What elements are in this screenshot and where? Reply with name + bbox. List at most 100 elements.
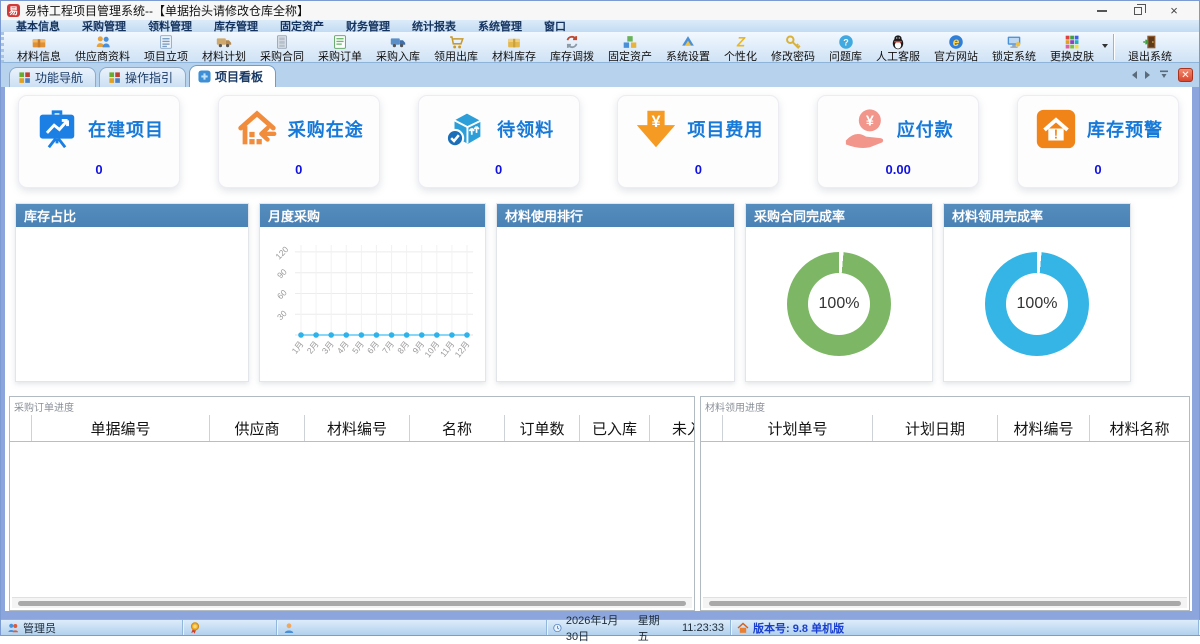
status-time: 11:23:33 [681,621,724,634]
stock-transfer-icon [563,33,581,51]
toolbar-button-material-stock[interactable]: 材料库存 [485,32,543,63]
horizontal-scrollbar[interactable] [703,597,1187,608]
svg-text:10月: 10月 [422,339,441,359]
column-header-订单数[interactable]: 订单数 [505,415,580,441]
close-button[interactable]: × [1167,3,1181,18]
status-medal-segment [183,620,277,635]
toolbar-button-supplier-info[interactable]: 供应商资料 [68,32,137,63]
system-settings-icon [679,33,697,51]
material-info-icon [30,33,48,51]
current-user: 管理员 [23,622,56,635]
tab-scroll-right-button[interactable] [1145,71,1150,79]
tab-close-button[interactable]: ✕ [1178,68,1193,82]
requisition-outbound-icon [447,33,465,51]
toolbar-button-label: 更换皮肤 [1050,50,1094,63]
inventory-ratio-chart-area [16,227,248,381]
toolbar-button-change-password[interactable]: 修改密码 [764,32,822,63]
toolbar-button-requisition-outbound[interactable]: 领用出库 [427,32,485,63]
summary-card-应付款[interactable]: ¥ 应付款 0.00 [817,95,980,188]
toolbar-button-purchase-contract[interactable]: 采购合同 [253,32,311,63]
summary-card-采购在途[interactable]: 采购在途 0 [217,95,380,188]
toolbar-button-fixed-assets[interactable]: 固定资产 [601,32,659,63]
card-title: 库存预警 [1086,120,1163,140]
toolbar-button-personalization[interactable]: Z 个性化 [717,32,764,63]
toolbar-button-official-website[interactable]: e 官方网站 [927,32,985,63]
tab-bar: 功能导航 操作指引 项目看板 ✕ [1,63,1199,87]
medal-icon [189,621,201,634]
toolbar-button-customer-service[interactable]: 人工客服 [869,32,927,63]
panel-material-completion: 材料领用完成率 100% [943,203,1131,382]
svg-text:?: ? [843,37,849,47]
donut-value-label: 100% [1016,295,1058,312]
toolbar-button-material-info[interactable]: 材料信息 [10,32,68,63]
toolbar-button-lock-system[interactable]: 锁定系统 [985,32,1043,63]
panel-title: 库存占比 [16,204,248,227]
panel-title: 采购合同完成率 [746,204,932,227]
toolbar-button-issue-library[interactable]: ? 问题库 [822,32,869,63]
column-header-未入库[interactable]: 未入库 [650,415,694,441]
column-header-计划日期[interactable]: 计划日期 [873,415,998,441]
window-list-icon[interactable] [1158,69,1170,81]
tab-功能导航[interactable]: 功能导航 [9,67,97,87]
column-header-已入库[interactable]: 已入库 [580,415,650,441]
column-header-blank[interactable] [701,415,723,441]
column-header-blank[interactable] [10,415,32,441]
table-header-row: 单据编号供应商材料编号名称订单数已入库未入库 [10,415,694,442]
column-header-材料名称[interactable]: 材料名称 [1090,415,1189,441]
tab-label: 操作指引 [125,71,174,85]
minimize-button[interactable] [1095,4,1109,18]
column-header-单据编号[interactable]: 单据编号 [32,415,210,441]
toolbar-button-material-plan[interactable]: 材料计划 [195,32,253,63]
svg-text:4月: 4月 [334,339,350,356]
column-header-供应商[interactable]: 供应商 [210,415,305,441]
column-header-材料编号[interactable]: 材料编号 [998,415,1090,441]
summary-card-待领料[interactable]: 待领料 0 [417,95,580,188]
toolbar-button-label: 供应商资料 [75,50,130,63]
column-header-材料编号[interactable]: 材料编号 [305,415,410,441]
toolbar-button-exit-system[interactable]: 退出系统 [1121,32,1179,63]
summary-card-库存预警[interactable]: ! 库存预警 0 [1016,95,1179,188]
status-agent-segment [277,620,547,635]
restore-button[interactable] [1131,3,1146,18]
tab-scroll-left-button[interactable] [1132,71,1137,79]
svg-text:7月: 7月 [380,339,396,356]
column-header-名称[interactable]: 名称 [410,415,505,441]
material-requisition-progress-table: 材料领用进度 计划单号计划日期材料编号材料名称单位 [700,396,1190,611]
purchase-order-progress-table: 采购订单进度 单据编号供应商材料编号名称订单数已入库未入库 [9,396,695,611]
status-date: 2026年1月30日 [565,614,619,643]
table-body[interactable] [701,442,1189,597]
payable-icon: ¥ [843,106,889,152]
table-body[interactable] [10,442,694,597]
supplier-info-icon [94,33,112,51]
kanban-tab-icon [198,70,211,83]
card-value: 0.00 [885,162,911,177]
toolbar-button-change-skin[interactable]: 更换皮肤 [1043,32,1108,63]
tab-操作指引[interactable]: 操作指引 [99,67,187,87]
svg-text:1月: 1月 [289,339,305,356]
svg-text:12月: 12月 [452,339,471,359]
toolbar-button-label: 采购合同 [260,50,304,63]
toolbar-button-purchase-inbound[interactable]: 采购入库 [369,32,427,63]
summary-card-在建项目[interactable]: 在建项目 0 [18,95,180,188]
dropdown-arrow-icon[interactable] [1102,44,1108,48]
project-board-icon [34,106,80,152]
card-title: 采购在途 [287,120,364,140]
window-title: 易特工程项目管理系统--【单据抬头请修改仓库全称】 [25,4,309,18]
status-datetime-segment: 2026年1月30日 星期五 11:23:33 [547,615,731,643]
toolbar-button-system-settings[interactable]: 系统设置 [659,32,717,63]
summary-card-项目费用[interactable]: ¥ 项目费用 0 [617,95,780,188]
svg-text:30: 30 [274,308,288,322]
toolbar-button-project-setup[interactable]: 项目立项 [137,32,195,63]
material-plan-icon [215,33,233,51]
groupbox-caption: 材料领用进度 [705,403,765,414]
column-header-计划单号[interactable]: 计划单号 [723,415,873,441]
toolbar-button-label: 系统设置 [666,50,710,63]
toolbar-button-stock-transfer[interactable]: 库存调拨 [543,32,601,63]
toolbar-button-purchase-order[interactable]: 采购订单 [311,32,369,63]
monthly-purchase-line-chart: 1月 2月 3月 4月 5月 6月 7月 8月 9月10月11月12月306090120 [273,244,473,359]
tab-项目看板[interactable]: 项目看板 [189,65,277,87]
exit-system-icon [1141,33,1159,51]
horizontal-scrollbar[interactable] [12,597,692,608]
nav-tab-icon [108,71,121,84]
lock-system-icon [1005,33,1023,51]
